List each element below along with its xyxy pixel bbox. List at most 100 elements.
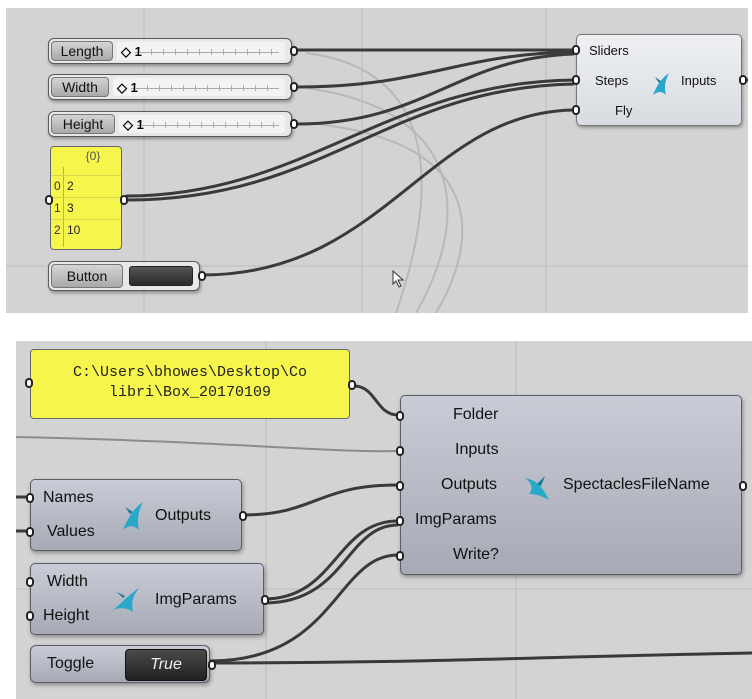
input-outputs-label: Outputs (441, 476, 498, 493)
output-imgparams-label: ImgParams (155, 591, 237, 608)
slider-tick (259, 49, 260, 55)
input-outputs-port[interactable] (396, 481, 404, 491)
folder-path-line2: libri\Box_20170109 (108, 384, 272, 401)
slider-tick (171, 85, 172, 91)
hummingbird-icon (525, 476, 549, 500)
input-values-label: Values (47, 523, 95, 540)
slider-tick (163, 49, 164, 55)
length-slider[interactable]: Length ◇ 1 (48, 38, 298, 64)
input-fly-port[interactable] (572, 105, 580, 115)
list-row: 1 3 (51, 197, 121, 220)
slider-tick (187, 49, 188, 55)
slider-tick (175, 49, 176, 55)
input-width-port[interactable] (26, 577, 34, 587)
input-imgparams-label: ImgParams (415, 511, 497, 528)
slider-tick (249, 122, 250, 128)
toggle-component[interactable]: Toggle True (30, 645, 216, 683)
slider-tick (231, 85, 232, 91)
bottom-canvas[interactable]: C:\Users\bhowes\Desktop\Co libri\Box_201… (16, 341, 752, 699)
input-fly-label: Fly (615, 103, 633, 118)
list-output-port[interactable] (120, 195, 128, 205)
input-steps-port[interactable] (572, 75, 580, 85)
folder-path-line1: C:\Users\bhowes\Desktop\Co (72, 364, 308, 381)
toggle-value: True (150, 656, 182, 673)
slider-tick (135, 85, 136, 91)
spectacles-filename-component[interactable]: Folder Inputs Outputs ImgParams Write? S… (396, 395, 747, 575)
slider-track[interactable]: ◇ 1 (113, 78, 285, 96)
slider-tick (147, 85, 148, 91)
toggle-output-port[interactable] (208, 660, 216, 670)
slider-tick (165, 122, 166, 128)
slider-tick (213, 122, 214, 128)
input-height-port[interactable] (26, 611, 34, 621)
slider-label: Width (51, 77, 109, 97)
slider-tick (225, 122, 226, 128)
input-imgparams-port[interactable] (396, 516, 404, 526)
slider-tick (223, 49, 224, 55)
list-panel[interactable]: {0} 0 2 1 3 2 10 (45, 146, 128, 250)
output-inputs-label: Inputs (681, 73, 717, 88)
slider-tick (151, 49, 152, 55)
output-outputs-port[interactable] (239, 511, 247, 521)
input-folder-port[interactable] (396, 411, 404, 421)
slider-output-port[interactable] (290, 82, 298, 92)
slider-tick (261, 122, 262, 128)
slider-label: Height (51, 114, 115, 134)
toggle-switch[interactable]: True (125, 649, 207, 681)
slider-track[interactable]: ◇ 1 (119, 115, 285, 133)
input-steps-label: Steps (595, 73, 629, 88)
slider-tick (195, 85, 196, 91)
output-filename-port[interactable] (739, 481, 747, 491)
slider-output-port[interactable] (290, 46, 298, 56)
slider-tick (235, 49, 236, 55)
folder-path-panel[interactable]: C:\Users\bhowes\Desktop\Co libri\Box_201… (25, 349, 356, 419)
inputs-component[interactable]: Sliders Steps Fly Inputs (572, 34, 747, 126)
list-row: 0 2 (51, 175, 121, 198)
input-sliders-port[interactable] (572, 45, 580, 55)
slider-tick (243, 85, 244, 91)
slider-tick (159, 85, 160, 91)
list-header: {0} (85, 149, 101, 163)
slider-output-port[interactable] (290, 119, 298, 129)
input-inputs-port[interactable] (396, 446, 404, 456)
slider-tick (139, 49, 140, 55)
list-row: 2 10 (51, 219, 121, 242)
slider-tick (201, 122, 202, 128)
slider-track[interactable]: ◇ 1 (117, 42, 285, 60)
input-values-port[interactable] (26, 527, 34, 537)
output-outputs-label: Outputs (155, 507, 212, 524)
mouse-cursor-icon (392, 270, 405, 288)
button-pad[interactable] (129, 266, 193, 286)
imgparams-component[interactable]: Width Height ImgParams (26, 563, 269, 635)
height-slider[interactable]: Height ◇ 1 (48, 111, 298, 137)
input-width-label: Width (47, 573, 88, 590)
hummingbird-icon (653, 73, 669, 95)
output-filename-label: SpectaclesFileName (563, 476, 710, 493)
slider-tick (219, 85, 220, 91)
input-names-port[interactable] (26, 493, 34, 503)
button-component[interactable]: Button (48, 261, 206, 291)
slider-tick (189, 122, 190, 128)
toggle-label: Toggle (47, 655, 95, 672)
input-height-label: Height (43, 607, 90, 624)
top-canvas[interactable]: Length ◇ 1 Width ◇ 1 Height ◇ 1 {0} 0 2 … (6, 8, 748, 313)
input-write-port[interactable] (396, 551, 404, 561)
output-imgparams-port[interactable] (261, 595, 269, 605)
button-output-port[interactable] (198, 271, 206, 281)
slider-tick (237, 122, 238, 128)
slider-tick (183, 85, 184, 91)
path-input-port[interactable] (25, 378, 33, 388)
slider-tick (199, 49, 200, 55)
slider-tick (271, 49, 272, 55)
input-sliders-label: Sliders (589, 43, 629, 58)
input-folder-label: Folder (453, 406, 499, 423)
slider-tick (177, 122, 178, 128)
width-slider[interactable]: Width ◇ 1 (48, 74, 298, 100)
slider-tick (141, 122, 142, 128)
list-input-port[interactable] (45, 195, 53, 205)
slider-tick (273, 122, 274, 128)
outputs-component[interactable]: Names Values Outputs (26, 479, 247, 551)
output-inputs-port[interactable] (739, 75, 747, 85)
input-write-label: Write? (453, 546, 499, 563)
path-output-port[interactable] (348, 380, 356, 390)
